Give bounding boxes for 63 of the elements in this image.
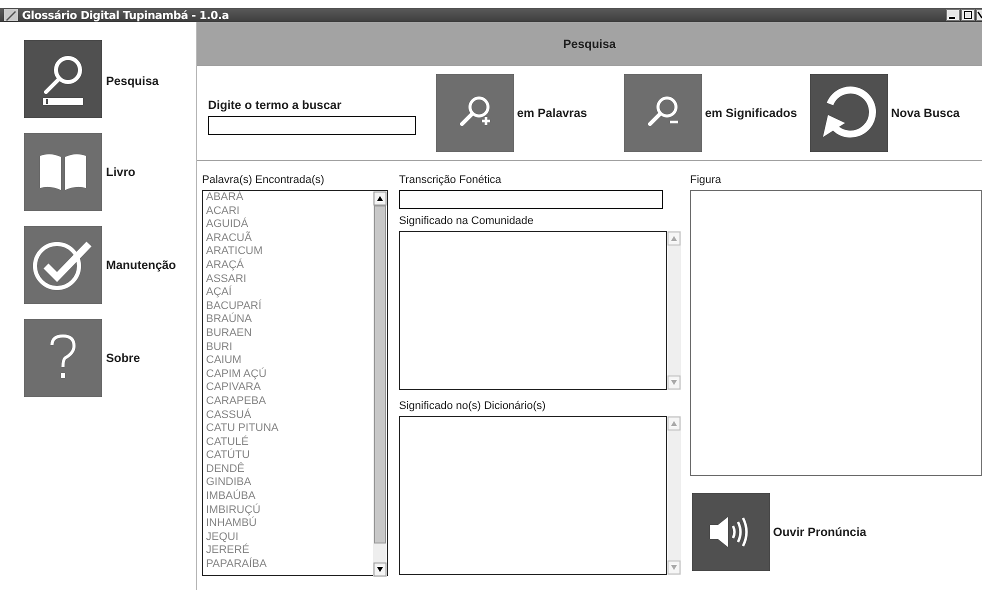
word-item[interactable]: ACARI — [206, 204, 373, 218]
sidebar-label[interactable]: Manutenção — [106, 258, 176, 272]
word-item[interactable]: CAPIVARA — [206, 381, 373, 395]
sidebar-tile[interactable] — [24, 40, 102, 118]
word-item[interactable]: INHAMBÚ — [206, 517, 373, 531]
search-button[interactable] — [810, 74, 888, 152]
search-field[interactable] — [208, 116, 416, 134]
word-item[interactable]: JERERÉ — [206, 544, 373, 558]
header-title: Pesquisa — [563, 37, 616, 51]
word-item[interactable]: ASSARI — [206, 272, 373, 286]
word-item[interactable]: ARATICUM — [206, 245, 373, 259]
book-icon — [38, 152, 88, 192]
words-label: Palavra(s) Encontrada(s) — [202, 174, 326, 186]
search-button-label[interactable]: em Palavras — [517, 106, 588, 120]
close-icon[interactable] — [976, 9, 982, 21]
sidebar-tile[interactable] — [24, 226, 102, 304]
sidebar-label[interactable]: Livro — [106, 165, 136, 179]
dictionary-meaning-label: Significado no(s) Dicionário(s) — [399, 400, 547, 412]
word-item[interactable]: BURI — [206, 340, 373, 354]
word-item[interactable]: JEQUI — [206, 530, 373, 544]
word-item[interactable]: CARAPEBA — [206, 394, 373, 408]
window-title: Glossário Digital Tupinambá - 1.0.a — [22, 8, 229, 22]
phonetic-label: Transcrição Fonética — [399, 174, 502, 186]
word-item[interactable]: IMBAÚBA — [206, 490, 373, 504]
word-item[interactable]: ARACUÃ — [206, 232, 373, 246]
sidebar-tile[interactable] — [24, 133, 102, 211]
word-item[interactable]: CATÚTU — [206, 449, 373, 463]
sidebar-label[interactable]: Sobre — [106, 351, 140, 365]
word-list[interactable] — [202, 190, 388, 576]
word-item[interactable]: AÇAÍ — [206, 286, 373, 300]
word-item[interactable]: IMBIRUÇÚ — [206, 504, 373, 518]
word-item[interactable]: CATULÉ — [206, 436, 373, 450]
word-item[interactable]: GINDIBA — [206, 476, 373, 490]
search-button[interactable] — [624, 74, 702, 152]
community-meaning-field[interactable] — [399, 231, 667, 390]
word-item[interactable]: AGUIDÁ — [206, 218, 373, 232]
dictionary-meaning-field[interactable] — [399, 416, 667, 575]
app-icon — [4, 9, 18, 21]
scrollbar[interactable] — [373, 191, 387, 577]
word-item[interactable]: BRAÚNA — [206, 313, 373, 327]
search-button[interactable] — [436, 74, 514, 152]
phonetic-field[interactable] — [399, 190, 663, 209]
word-item[interactable]: CATU PITUNA — [206, 422, 373, 436]
figure-label: Figura — [690, 174, 722, 186]
minimize-icon[interactable] — [946, 9, 960, 21]
word-item[interactable]: BACUPARÍ — [206, 300, 373, 314]
search-button-label[interactable]: Nova Busca — [891, 106, 960, 120]
community-meaning-label: Significado na Comunidade — [399, 215, 535, 227]
word-item[interactable]: PAPARAÍBA — [206, 558, 373, 572]
scrollbar[interactable] — [667, 416, 681, 575]
word-item[interactable]: CAIUM — [206, 354, 373, 368]
word-item[interactable]: ARAÇÁ — [206, 258, 373, 273]
word-item[interactable]: DENDÊ — [206, 462, 373, 476]
sidebar-label[interactable]: Pesquisa — [106, 74, 159, 88]
word-item[interactable]: CAPIM AÇÚ — [206, 368, 373, 382]
sidebar-tile[interactable] — [24, 319, 102, 397]
pronounce-button[interactable] — [692, 493, 770, 571]
search-button-label[interactable]: em Significados — [705, 106, 798, 120]
pronounce-label[interactable]: Ouvir Pronúncia — [773, 525, 866, 539]
word-item[interactable]: BURAEN — [206, 326, 373, 341]
scrollbar[interactable] — [667, 231, 681, 390]
search-label: Digite o termo a buscar — [208, 98, 342, 112]
word-item[interactable]: CASSUÁ — [206, 408, 373, 422]
